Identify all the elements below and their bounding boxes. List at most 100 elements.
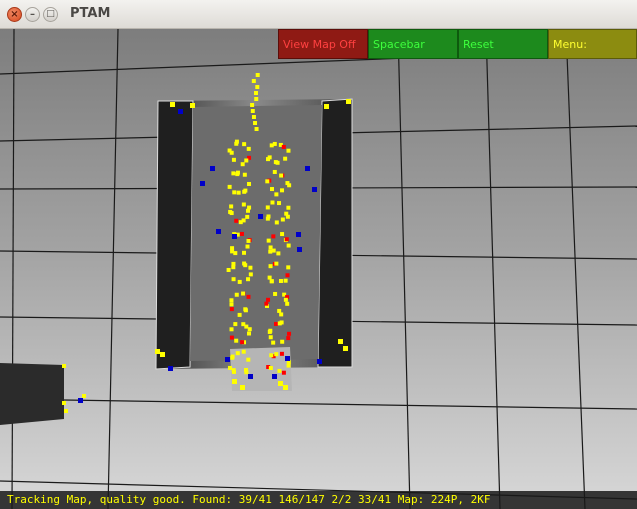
- feature-point: [232, 379, 237, 384]
- tray-center: [190, 105, 322, 361]
- feature-point: [237, 279, 242, 284]
- feature-point: [285, 356, 290, 361]
- feature-point: [266, 238, 271, 243]
- feature-point: [281, 370, 286, 375]
- feature-point: [240, 162, 245, 167]
- feature-point: [268, 366, 273, 371]
- feature-point: [243, 307, 248, 312]
- feature-point: [317, 359, 322, 364]
- feature-point: [82, 394, 86, 398]
- feature-point: [236, 190, 241, 195]
- feature-point: [280, 188, 285, 193]
- feature-point: [229, 307, 234, 312]
- feature-point: [273, 291, 278, 296]
- feature-point: [168, 366, 173, 371]
- tray-rim-right: [317, 98, 353, 368]
- feature-point: [285, 214, 290, 219]
- feature-point: [287, 331, 292, 336]
- feature-point: [235, 172, 240, 177]
- feature-point: [62, 364, 66, 368]
- feature-point: [269, 353, 274, 358]
- feature-point: [234, 218, 239, 223]
- feature-point: [231, 368, 236, 373]
- menu-button[interactable]: Menu:: [548, 29, 637, 59]
- maximize-icon[interactable]: □: [43, 7, 58, 22]
- feature-point: [283, 385, 288, 390]
- feature-point: [160, 352, 165, 357]
- feature-point: [254, 97, 259, 101]
- feature-point: [233, 322, 238, 327]
- feature-point: [278, 381, 283, 386]
- feature-point: [251, 79, 256, 83]
- feature-point: [286, 148, 291, 153]
- feature-point: [170, 102, 175, 107]
- feature-point: [270, 200, 275, 205]
- feature-point: [247, 327, 252, 332]
- feature-point: [246, 277, 251, 282]
- feature-point: [210, 166, 215, 171]
- feature-point: [229, 327, 234, 332]
- feature-point: [240, 385, 245, 390]
- feature-point: [274, 261, 279, 266]
- spacebar-button[interactable]: Spacebar: [368, 29, 458, 59]
- close-icon[interactable]: ×: [7, 7, 22, 22]
- feature-point: [283, 297, 288, 302]
- feature-point: [283, 278, 288, 283]
- feature-point: [285, 273, 290, 278]
- feature-point: [269, 279, 274, 284]
- feature-point: [242, 172, 247, 177]
- feature-point: [279, 351, 284, 356]
- feature-point: [241, 291, 246, 296]
- feature-point: [273, 321, 278, 326]
- feature-point: [286, 205, 291, 210]
- camera-view[interactable]: [0, 29, 637, 509]
- feature-point: [272, 374, 277, 379]
- feature-point: [250, 109, 255, 113]
- feature-point: [228, 209, 233, 214]
- minimize-icon[interactable]: –: [25, 7, 40, 22]
- feature-point: [247, 331, 252, 336]
- feature-point: [312, 187, 317, 192]
- feature-point: [200, 181, 205, 186]
- feature-point: [255, 85, 260, 89]
- feature-point: [246, 357, 251, 362]
- title-bar: × – □ PTAM: [0, 0, 637, 29]
- feature-point: [248, 265, 253, 270]
- feature-point: [178, 109, 183, 114]
- feature-point: [287, 183, 292, 188]
- feature-point: [237, 312, 242, 317]
- reset-button[interactable]: Reset: [458, 29, 548, 59]
- feature-point: [268, 245, 273, 250]
- feature-point: [246, 238, 251, 243]
- feature-point: [281, 144, 286, 149]
- feature-point: [279, 173, 284, 178]
- feature-point: [258, 214, 263, 219]
- window-title: PTAM: [70, 6, 111, 21]
- feature-point: [268, 264, 273, 269]
- tray-rim-left: [155, 100, 194, 370]
- feature-point: [280, 339, 285, 344]
- feature-point: [274, 220, 279, 225]
- feature-point: [64, 409, 68, 413]
- feature-point: [277, 368, 282, 373]
- feature-point: [248, 272, 253, 277]
- feature-point: [232, 190, 237, 195]
- feature-point: [286, 265, 291, 270]
- feature-point: [284, 237, 289, 242]
- feature-point: [324, 104, 329, 109]
- status-bar: Tracking Map, quality good. Found: 39/41…: [0, 491, 637, 509]
- feature-point: [268, 249, 273, 254]
- feature-point: [231, 277, 236, 282]
- feature-point: [279, 320, 284, 325]
- feature-point: [264, 301, 269, 306]
- feature-point: [270, 187, 275, 192]
- feature-point: [286, 243, 291, 248]
- feature-point: [250, 103, 255, 107]
- feature-point: [305, 166, 310, 171]
- feature-point: [266, 157, 271, 162]
- view-map-button[interactable]: View Map Off: [278, 29, 368, 59]
- feature-point: [278, 278, 283, 283]
- feature-point: [268, 328, 273, 333]
- feature-point: [346, 99, 351, 104]
- feature-point: [296, 232, 301, 237]
